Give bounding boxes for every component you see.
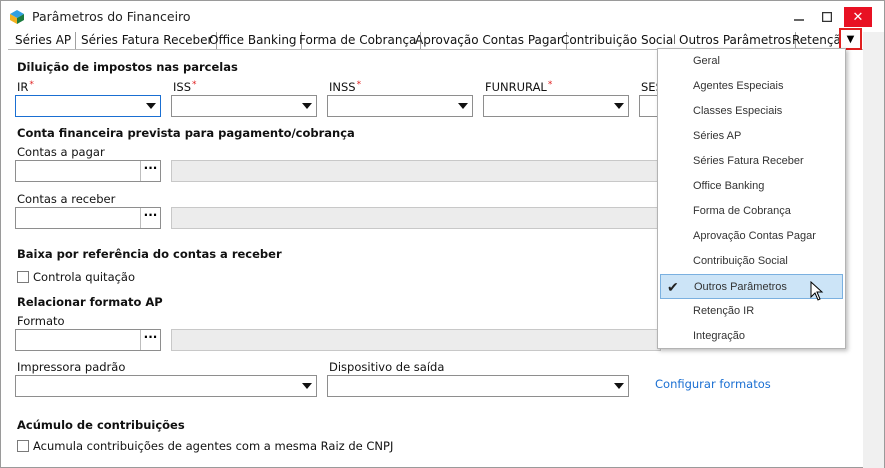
required-mark: * (547, 80, 553, 90)
contas-pagar-field[interactable]: ··· (15, 160, 161, 182)
impressora-padrao-combobox[interactable] (15, 375, 317, 397)
menu-item-contribuicao-social[interactable]: Contribuição Social (660, 249, 843, 274)
diluicao-section-title: Diluição de impostos nas parcelas (17, 60, 238, 74)
conta-financeira-section-title: Conta financeira prevista para pagamento… (17, 126, 355, 140)
configurar-formatos-link[interactable]: Configurar formatos (655, 377, 771, 391)
menu-item-classes-especiais[interactable]: Classes Especiais (660, 99, 843, 124)
menu-item-series-ap[interactable]: Séries AP (660, 124, 843, 149)
contas-receber-field[interactable]: ··· (15, 207, 161, 229)
chevron-down-icon (614, 103, 624, 109)
contas-receber-label: Contas a receber (17, 192, 116, 206)
dispositivo-saida-combobox[interactable] (327, 375, 629, 397)
window-title: Parâmetros do Financeiro (32, 9, 191, 24)
required-mark: * (192, 80, 197, 90)
baixa-section-title: Baixa por referência do contas a receber (17, 247, 282, 261)
controla-quitacao-label: Controla quitação (33, 270, 136, 284)
required-mark: * (356, 80, 362, 90)
chevron-down-icon (458, 103, 468, 109)
tab-series-ap[interactable]: Séries AP (11, 32, 77, 49)
inss-combobox[interactable] (327, 95, 473, 117)
lookup-button[interactable]: ··· (140, 330, 160, 350)
minimize-button[interactable] (786, 7, 812, 27)
maximize-icon (822, 12, 832, 22)
tab-series-fatura-receber[interactable]: Séries Fatura Receber (77, 32, 218, 49)
menu-item-agentes-especiais[interactable]: Agentes Especiais (660, 74, 843, 99)
maximize-button[interactable] (814, 7, 840, 27)
chevron-down-icon (302, 103, 312, 109)
checkmark-icon: ✔ (667, 279, 679, 295)
menu-item-geral[interactable]: Geral (660, 49, 843, 74)
formato-label: Formato (17, 314, 65, 328)
tab-forma-de-cobranca[interactable]: Forma de Cobrança (295, 32, 422, 49)
acumula-contribuicoes-checkbox[interactable] (17, 440, 29, 452)
contas-pagar-description (171, 160, 661, 182)
app-logo-icon (10, 10, 24, 24)
menu-item-label: Outros Parâmetros (694, 281, 787, 293)
menu-item-forma-de-cobranca[interactable]: Forma de Cobrança (660, 199, 843, 224)
relacionar-formato-section-title: Relacionar formato AP (17, 295, 163, 309)
title-bar: Parâmetros do Financeiro ✕ (1, 1, 884, 32)
impressora-padrao-label: Impressora padrão (17, 360, 126, 374)
menu-item-integracao[interactable]: Integração (660, 324, 843, 349)
chevron-down-icon (614, 383, 624, 389)
menu-item-retencao-ir[interactable]: Retenção IR (660, 299, 843, 324)
formato-description (171, 329, 661, 351)
close-button[interactable]: ✕ (844, 7, 872, 27)
acumula-contribuicoes-label: Acumula contribuições de agentes com a m… (33, 439, 394, 453)
mouse-pointer-icon (810, 281, 824, 301)
tab-office-banking[interactable]: Office Banking (205, 32, 302, 49)
contas-pagar-label: Contas a pagar (17, 145, 105, 159)
iss-label: ISS* (173, 80, 197, 94)
funrural-label: FUNRURAL* (485, 80, 553, 94)
tab-overflow-menu: Geral Agentes Especiais Classes Especiai… (657, 48, 846, 349)
chevron-down-icon: ▼ (846, 33, 855, 45)
controla-quitacao-checkbox[interactable] (17, 271, 29, 283)
lookup-button[interactable]: ··· (140, 161, 160, 181)
chevron-down-icon (146, 103, 156, 109)
iss-combobox[interactable] (171, 95, 317, 117)
ir-label: IR* (17, 80, 34, 94)
formato-field[interactable]: ··· (15, 329, 161, 351)
dispositivo-saida-label: Dispositivo de saída (329, 360, 445, 374)
acumulo-section-title: Acúmulo de contribuições (17, 418, 185, 432)
chevron-down-icon (302, 383, 312, 389)
tab-overflow-button[interactable]: ▼ (839, 28, 862, 50)
required-mark: * (29, 80, 34, 90)
vertical-scrollbar[interactable] (863, 32, 884, 468)
ir-combobox[interactable] (15, 95, 161, 117)
menu-item-series-fatura-receber[interactable]: Séries Fatura Receber (660, 149, 843, 174)
menu-item-aprovacao-contas-pagar[interactable]: Aprovação Contas Pagar (660, 224, 843, 249)
parametros-financeiro-window: Parâmetros do Financeiro ✕ Séries AP Sér… (0, 0, 885, 468)
lookup-button[interactable]: ··· (140, 208, 160, 228)
minimize-icon (794, 19, 804, 21)
contas-receber-description (171, 207, 661, 229)
close-icon: ✕ (852, 9, 864, 25)
menu-item-office-banking[interactable]: Office Banking (660, 174, 843, 199)
tab-aprovacao-contas-pagar[interactable]: Aprovação Contas Pagar (411, 32, 567, 49)
inss-label: INSS* (329, 80, 362, 94)
funrural-combobox[interactable] (483, 95, 629, 117)
